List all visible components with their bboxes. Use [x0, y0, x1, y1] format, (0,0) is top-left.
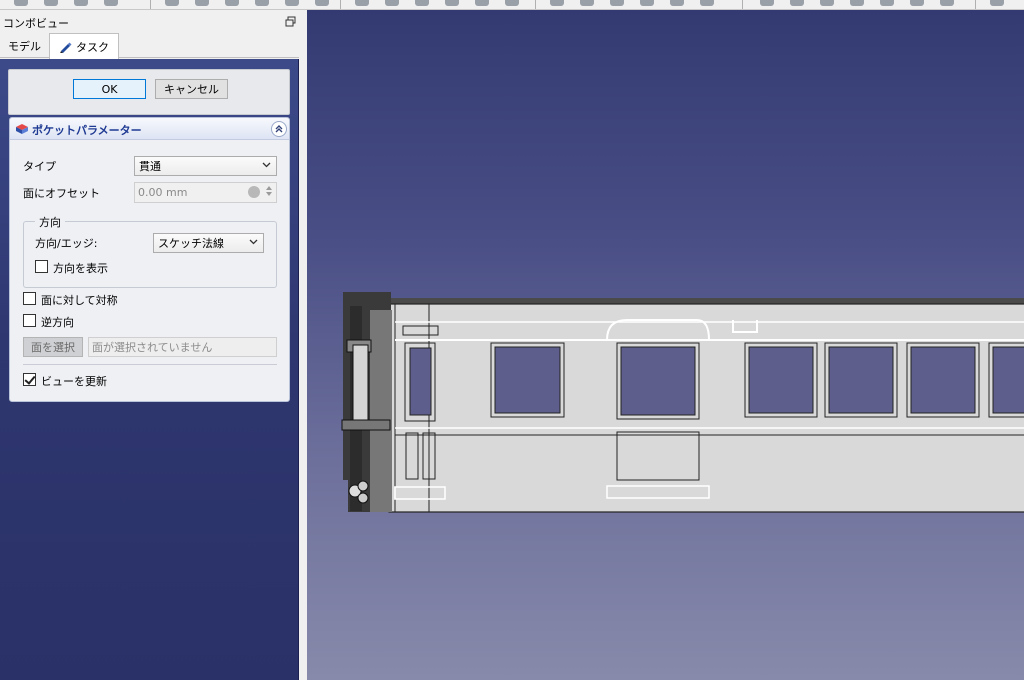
double-chevron-up-icon [275, 125, 283, 133]
pencil-icon [60, 42, 72, 53]
symmetric-checkbox[interactable] [23, 292, 36, 305]
toolbar-separator [340, 0, 341, 9]
update-view-label: ビューを更新 [41, 375, 107, 388]
toolbar-icon[interactable] [104, 0, 118, 6]
expression-icon[interactable] [248, 186, 260, 198]
select-face-button[interactable]: 面を選択 [23, 337, 83, 357]
toolbar-icon[interactable] [910, 0, 924, 6]
type-select-value: 貫通 [139, 160, 161, 173]
toolbar-icon[interactable] [700, 0, 714, 6]
toolbar-icon[interactable] [990, 0, 1004, 6]
toolbar-icon[interactable] [820, 0, 834, 6]
toolbar-icon[interactable] [475, 0, 489, 6]
combo-view-title: コンボビュー [3, 17, 69, 30]
toolbar-icon[interactable] [880, 0, 894, 6]
combo-view-titlebar: コンボビュー [0, 13, 299, 30]
pocket-icon [16, 124, 28, 134]
direction-group: 方向 方向/エッジ: スケッチ法線 方向を表示 [23, 214, 277, 288]
toolbar-icon[interactable] [355, 0, 369, 6]
toolbar-icon[interactable] [315, 0, 329, 6]
direction-edge-label: 方向/エッジ: [35, 237, 98, 250]
railcar-model[interactable] [307, 10, 1024, 680]
toolbar-separator [535, 0, 536, 9]
toolbar-icon[interactable] [550, 0, 564, 6]
toolbar-icon[interactable] [610, 0, 624, 6]
face-input[interactable]: 面が選択されていません [88, 337, 277, 357]
toolbar-icon[interactable] [640, 0, 654, 6]
toolbar-separator [975, 0, 976, 9]
toolbar-separator [150, 0, 151, 9]
type-select[interactable]: 貫通 [134, 156, 277, 176]
offset-spinbox[interactable]: 0.00 mm [134, 182, 277, 203]
toolbar-icon[interactable] [255, 0, 269, 6]
tab-model[interactable]: モデル [0, 34, 49, 58]
direction-edge-value: スケッチ法線 [158, 237, 224, 250]
direction-edge-select[interactable]: スケッチ法線 [153, 233, 264, 253]
panel-splitter[interactable] [299, 10, 307, 680]
spin-arrows[interactable] [263, 184, 275, 201]
offset-value: 0.00 mm [138, 186, 188, 199]
offset-label: 面にオフセット [23, 187, 100, 200]
cancel-button[interactable]: キャンセル [155, 79, 228, 99]
symmetric-label: 面に対して対称 [41, 294, 118, 307]
toolbar-icon[interactable] [790, 0, 804, 6]
dialog-button-box: OK キャンセル [8, 69, 290, 115]
pocket-parameters-header: ポケットパラメーター [10, 118, 289, 140]
ok-button[interactable]: OK [73, 79, 146, 99]
toolbar-icon[interactable] [445, 0, 459, 6]
show-direction-label: 方向を表示 [53, 262, 108, 275]
toolbar-icon[interactable] [44, 0, 58, 6]
toolbar-icon[interactable] [580, 0, 594, 6]
toolbar-icon[interactable] [225, 0, 239, 6]
toolbar-icon[interactable] [74, 0, 88, 6]
direction-group-title: 方向 [35, 214, 65, 230]
pocket-parameters-title: ポケットパラメーター [32, 124, 142, 137]
pocket-parameters-box: ポケットパラメーター タイプ 貫通 面にオフセット 0.00 mm 方向 方向/… [9, 117, 290, 402]
tab-task-label: タスク [76, 40, 109, 54]
main-toolbar [0, 0, 1024, 10]
float-window-icon[interactable] [285, 16, 296, 27]
divider [23, 364, 277, 365]
toolbar-icon[interactable] [850, 0, 864, 6]
show-direction-checkbox[interactable] [35, 260, 48, 273]
toolbar-icon[interactable] [670, 0, 684, 6]
toolbar-icon[interactable] [415, 0, 429, 6]
task-panel: OK キャンセル ポケットパラメーター タイプ 貫通 面にオフセット 0.00 … [0, 59, 299, 680]
tab-task[interactable]: タスク [49, 33, 119, 59]
collapse-button[interactable] [271, 121, 287, 137]
toolbar-icon[interactable] [14, 0, 28, 6]
toolbar-separator [742, 0, 743, 9]
update-view-checkbox[interactable] [23, 373, 36, 386]
toolbar-icon[interactable] [505, 0, 519, 6]
3d-view[interactable] [307, 10, 1024, 680]
type-label: タイプ [23, 160, 56, 173]
toolbar-icon[interactable] [195, 0, 209, 6]
chevron-down-icon [262, 162, 271, 168]
toolbar-icon[interactable] [940, 0, 954, 6]
tab-model-label: モデル [8, 40, 41, 53]
toolbar-icon[interactable] [760, 0, 774, 6]
chevron-down-icon [249, 239, 258, 245]
toolbar-icon[interactable] [165, 0, 179, 6]
toolbar-icon[interactable] [285, 0, 299, 6]
reversed-checkbox[interactable] [23, 314, 36, 327]
toolbar-icon[interactable] [385, 0, 399, 6]
reversed-label: 逆方向 [41, 316, 74, 329]
combo-view-panel: コンボビュー モデル タスク OK キャンセル ポケットパラメーター タイプ 貫… [0, 10, 299, 680]
combo-view-tabs: モデル タスク [0, 32, 299, 59]
